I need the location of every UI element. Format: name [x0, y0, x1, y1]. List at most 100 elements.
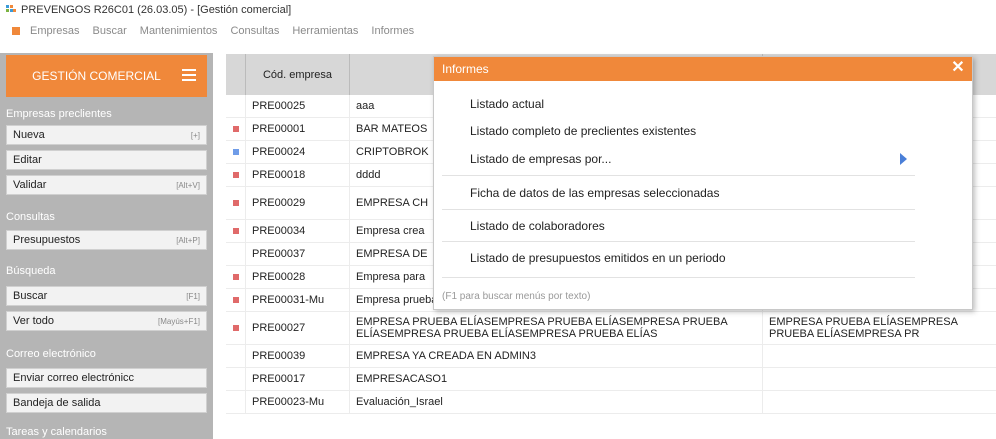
- cell-cod-empresa: PRE00018: [246, 164, 350, 186]
- menu-consultas[interactable]: Consultas: [230, 25, 279, 37]
- row-mark-cell: [226, 95, 246, 117]
- row-mark-cell: [226, 289, 246, 311]
- popup-header: Informes ✕: [434, 57, 972, 81]
- sidebar: GESTIÓN COMERCIAL Empresas preclientes N…: [0, 53, 213, 439]
- button-label: Enviar correo electrónicc: [13, 372, 135, 384]
- button-shortcut: [Alt+P]: [176, 235, 200, 245]
- cell-cod-empresa: PRE00025: [246, 95, 350, 117]
- button-label: Validar: [13, 179, 47, 191]
- row-mark-cell: [226, 220, 246, 242]
- nueva-button[interactable]: Nueva [+]: [6, 125, 207, 145]
- popup-hint: (F1 para buscar menús por texto): [442, 291, 591, 302]
- button-label: Nueva: [13, 129, 45, 141]
- row-mark-cell: [226, 164, 246, 186]
- cell-cod-empresa: PRE00029: [246, 187, 350, 219]
- menu-empresas[interactable]: Empresas: [30, 25, 80, 37]
- button-label: Editar: [13, 154, 42, 166]
- button-shortcut: [F1]: [186, 291, 200, 301]
- informes-popup: Informes ✕ Listado actual Listado comple…: [433, 56, 973, 310]
- cell-cod-empresa: PRE00001: [246, 118, 350, 140]
- table-row[interactable]: PRE00017 EMPRESACASO1: [226, 368, 996, 391]
- bandeja-salida-button[interactable]: Bandeja de salida: [6, 393, 207, 413]
- submenu-arrow-icon: [900, 153, 907, 165]
- cell-nombre: EMPRESACASO1: [350, 368, 763, 390]
- table-row[interactable]: PRE00039 EMPRESA YA CREADA EN ADMIN3: [226, 345, 996, 368]
- row-mark-cell: [226, 368, 246, 390]
- menu-item-listado-colaboradores[interactable]: Listado de colaboradores: [470, 219, 605, 233]
- validar-button[interactable]: Validar [Alt+V]: [6, 175, 207, 195]
- cell-column-3: [763, 345, 996, 367]
- status-mark-icon: [232, 200, 239, 206]
- section-title-busqueda: Búsqueda: [6, 265, 56, 277]
- row-mark-cell: [226, 118, 246, 140]
- menu-item-listado-empresas-por[interactable]: Listado de empresas por...: [470, 152, 611, 166]
- cell-cod-empresa: PRE00027: [246, 312, 350, 344]
- cell-column-3: [763, 368, 996, 390]
- menu-separator: [442, 175, 915, 176]
- cell-cod-empresa: PRE00017: [246, 368, 350, 390]
- header-mark-cell: [226, 54, 246, 95]
- ver-todo-button[interactable]: Ver todo [Mayús+F1]: [6, 311, 207, 331]
- section-title-consultas: Consultas: [6, 211, 55, 223]
- cell-cod-empresa: PRE00024: [246, 141, 350, 163]
- cell-cod-empresa: PRE00034: [246, 220, 350, 242]
- button-label: Presupuestos: [13, 234, 81, 246]
- button-label: Buscar: [13, 290, 48, 302]
- status-mark-icon: [232, 172, 239, 178]
- cell-cod-empresa: PRE00031-Mu: [246, 289, 350, 311]
- menu-separator: [442, 241, 915, 242]
- title-bar: PREVENGOS R26C01 (26.03.05) - [Gestión c…: [0, 0, 996, 20]
- button-label: Bandeja de salida: [13, 397, 101, 409]
- buscar-button[interactable]: Buscar [F1]: [6, 286, 207, 306]
- row-mark-cell: [226, 266, 246, 288]
- section-title-empresas: Empresas preclientes: [6, 108, 112, 120]
- section-title-correo: Correo electrónico: [6, 348, 96, 360]
- row-mark-cell: [226, 187, 246, 219]
- row-mark-cell: [226, 345, 246, 367]
- button-label: Ver todo: [13, 315, 54, 327]
- cell-column-3: EMPRESA PRUEBA ELÍASEMPRESA PRUEBA ELÍAS…: [769, 316, 958, 340]
- row-mark-cell: [226, 243, 246, 265]
- menu-herramientas[interactable]: Herramientas: [292, 25, 358, 37]
- sidebar-title: GESTIÓN COMERCIAL: [32, 69, 161, 83]
- hamburger-icon[interactable]: [182, 69, 196, 83]
- menu-separator: [442, 209, 915, 210]
- app-logo-icon: [6, 5, 16, 15]
- table-row[interactable]: PRE00027 EMPRESA PRUEBA ELÍASEMPRESA PRUE…: [226, 312, 996, 345]
- close-icon[interactable]: ✕: [950, 60, 966, 76]
- presupuestos-button[interactable]: Presupuestos [Alt+P]: [6, 230, 207, 250]
- cell-column-3: [763, 391, 996, 413]
- button-shortcut: [+]: [190, 130, 200, 140]
- cell-nombre: EMPRESA PRUEBA ELÍASEMPRESA PRUEBA ELÍAS…: [350, 312, 763, 344]
- menu-informes[interactable]: Informes: [371, 25, 414, 37]
- menu-item-listado-completo[interactable]: Listado completo de preclientes existent…: [470, 124, 696, 138]
- cell-cod-empresa: PRE00028: [246, 266, 350, 288]
- sidebar-header: GESTIÓN COMERCIAL: [6, 55, 207, 97]
- button-shortcut: [Mayús+F1]: [157, 316, 200, 326]
- section-title-tareas: Tareas y calendarios: [6, 426, 107, 438]
- cell-cod-empresa: PRE00023-Mu: [246, 391, 350, 413]
- cell-nombre: Evaluación_Israel: [350, 391, 763, 413]
- editar-button[interactable]: Editar: [6, 150, 207, 170]
- row-mark-cell: [226, 391, 246, 413]
- status-mark-icon: [232, 228, 239, 234]
- button-shortcut: [Alt+V]: [176, 180, 200, 190]
- header-cod-empresa[interactable]: Cód. empresa: [246, 54, 350, 95]
- menu-item-ficha-datos[interactable]: Ficha de datos de las empresas seleccion…: [470, 186, 719, 200]
- menu-item-listado-presupuestos[interactable]: Listado de presupuestos emitidos en un p…: [470, 251, 726, 265]
- status-mark-icon: [232, 297, 239, 303]
- menu-mantenimientos[interactable]: Mantenimientos: [140, 25, 218, 37]
- row-mark-cell: [226, 312, 246, 344]
- status-mark-icon: [232, 149, 239, 155]
- menu-item-listado-actual[interactable]: Listado actual: [470, 97, 544, 111]
- status-mark-icon: [232, 126, 239, 132]
- menu-square-icon: [12, 27, 20, 35]
- cell-nombre: EMPRESA YA CREADA EN ADMIN3: [350, 345, 763, 367]
- cell-cod-empresa: PRE00039: [246, 345, 350, 367]
- menu-buscar[interactable]: Buscar: [93, 25, 127, 37]
- status-mark-icon: [232, 325, 239, 331]
- enviar-correo-button[interactable]: Enviar correo electrónicc: [6, 368, 207, 388]
- status-mark-icon: [232, 274, 239, 280]
- popup-title: Informes: [442, 62, 489, 76]
- table-row[interactable]: PRE00023-Mu Evaluación_Israel: [226, 391, 996, 414]
